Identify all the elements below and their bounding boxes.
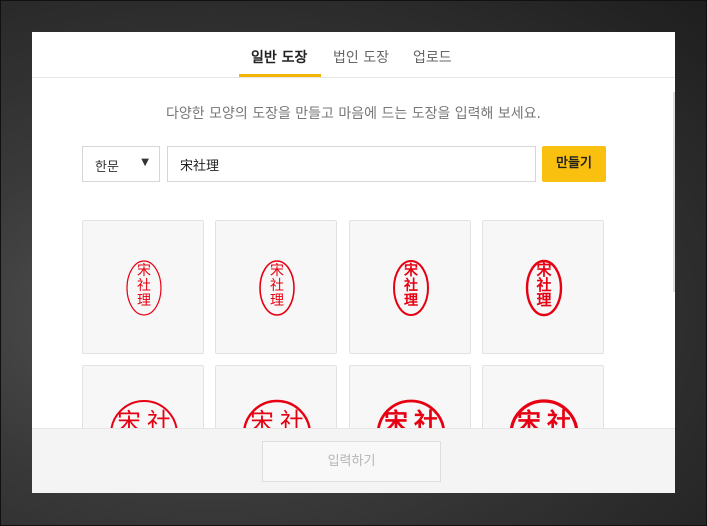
stamp-card[interactable]: 宋社 xyxy=(349,365,471,428)
stamp-card[interactable]: 宋社理 xyxy=(349,220,471,354)
stamp-character: 社 xyxy=(137,278,151,294)
make-button[interactable]: 만들기 xyxy=(542,146,606,182)
stamp-character: 理 xyxy=(270,293,284,309)
stamp-character: 理 xyxy=(137,293,151,309)
stamp-card[interactable]: 宋社 xyxy=(82,365,204,428)
stamp-character: 宋 xyxy=(250,408,274,428)
stamp-character: 社 xyxy=(270,278,284,294)
stamp-seal-icon: 宋社 xyxy=(243,399,311,428)
stamp-character: 宋 xyxy=(517,407,541,428)
stamp-character: 理 xyxy=(404,293,418,309)
instruction-text: 다양한 모양의 도장을 만들고 마음에 드는 도장을 입력해 보세요. xyxy=(166,106,541,122)
stamp-character: 社 xyxy=(414,407,438,428)
stamp-grid: 宋社理 宋社理 宋社理 宋社理 宋社 宋社 宋社 宋社 xyxy=(32,202,675,428)
script-select[interactable]: 한문 ▼ xyxy=(82,146,160,182)
stamp-card[interactable]: 宋社理 xyxy=(82,220,204,354)
stamp-character: 宋 xyxy=(137,263,151,279)
stamp-character: 理 xyxy=(536,291,551,309)
tab-general-stamp[interactable]: 일반 도장 xyxy=(251,50,307,66)
stamp-card[interactable]: 宋社 xyxy=(215,365,337,428)
stamp-character: 社 xyxy=(403,277,418,294)
script-select-value: 한문 xyxy=(95,160,119,175)
stamp-character: 宋 xyxy=(117,408,141,428)
stamp-character: 宋 xyxy=(403,262,419,279)
stamp-seal-icon: 宋社 xyxy=(377,399,445,428)
stamp-character: 宋 xyxy=(270,263,284,279)
name-input[interactable] xyxy=(167,146,536,182)
scrollbar[interactable] xyxy=(673,92,675,292)
stamp-seal-icon: 宋社理 xyxy=(393,260,429,316)
stamp-card[interactable]: 宋社 xyxy=(482,365,604,428)
stamp-seal-icon: 宋社理 xyxy=(525,259,563,317)
tab-bar: 일반 도장 법인 도장 업로드 xyxy=(32,32,675,78)
stamp-seal-icon: 宋社 xyxy=(509,399,579,428)
dialog-footer: 입력하기 xyxy=(32,428,675,493)
stamp-seal-icon: 宋社理 xyxy=(259,260,295,316)
stamp-character: 社 xyxy=(147,408,171,428)
stamp-character: 宋 xyxy=(384,407,408,428)
stamp-card[interactable]: 宋社理 xyxy=(482,220,604,354)
stamp-seal-icon: 宋社理 xyxy=(126,260,162,316)
active-tab-indicator xyxy=(239,74,321,77)
stamp-maker-dialog: 일반 도장 법인 도장 업로드 다양한 모양의 도장을 만들고 마음에 드는 도… xyxy=(32,32,675,493)
tab-upload[interactable]: 업로드 xyxy=(413,50,452,66)
tab-corporate-stamp[interactable]: 법인 도장 xyxy=(333,50,389,66)
stamp-character: 社 xyxy=(280,408,304,428)
stamp-card[interactable]: 宋社理 xyxy=(215,220,337,354)
chevron-down-icon: ▼ xyxy=(141,157,149,168)
stamp-seal-icon: 宋社 xyxy=(110,400,178,428)
submit-button[interactable]: 입력하기 xyxy=(262,441,441,482)
stamp-character: 社 xyxy=(547,407,571,428)
